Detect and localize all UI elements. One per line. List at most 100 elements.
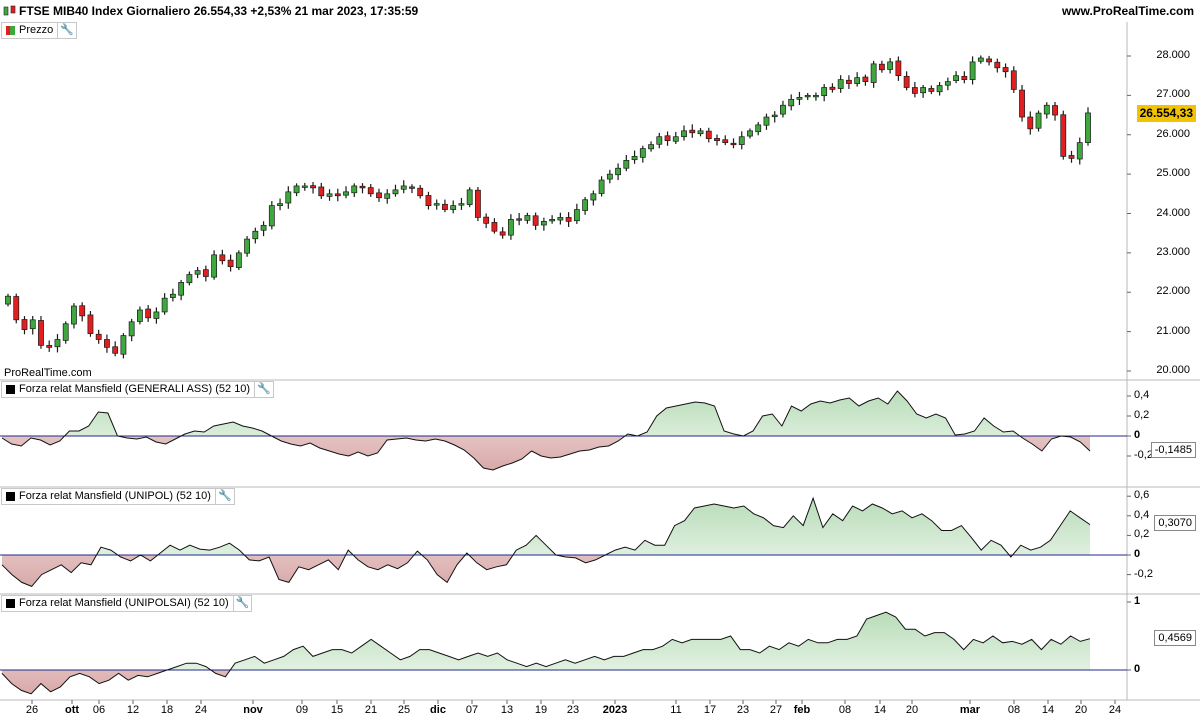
candle — [425, 195, 432, 206]
candle — [433, 203, 440, 206]
candle — [21, 319, 28, 331]
legend-swatch — [6, 492, 15, 501]
candle — [326, 193, 333, 197]
candle — [656, 136, 663, 145]
candle — [318, 186, 325, 197]
candle — [755, 124, 762, 133]
candle — [780, 104, 786, 115]
last-price-tag: 26.554,33 — [1136, 105, 1196, 122]
indicator-generali-series — [0, 390, 1127, 471]
last-value-ind1: -0,1485 — [1150, 442, 1196, 458]
candle — [376, 192, 382, 199]
candle — [738, 136, 745, 145]
ind1-tick-label: 0 — [1134, 429, 1141, 441]
candle — [219, 254, 226, 262]
candle — [499, 231, 506, 236]
candle — [301, 185, 308, 188]
ind2-tick-label: -0,2 — [1134, 567, 1153, 580]
candle — [631, 156, 638, 161]
candle — [870, 63, 877, 83]
candle — [977, 57, 984, 62]
price-tick-label: 23.000 — [1156, 245, 1190, 258]
time-tick-label: 14 — [873, 704, 887, 716]
legend-ind3[interactable]: Forza relat Mansfield (UNIPOLSAI) (52 10… — [1, 595, 253, 612]
last-value-ind2: 0,3070 — [1154, 515, 1196, 531]
candle — [1002, 67, 1009, 73]
candle — [664, 135, 671, 142]
positive-area — [2, 498, 1090, 555]
candle — [450, 205, 457, 210]
candle — [516, 218, 523, 221]
candle — [483, 216, 490, 224]
time-tick-label: 24 — [1108, 704, 1122, 716]
time-tick-label: 19 — [534, 704, 548, 716]
candle — [598, 179, 605, 194]
time-tick-label: dic — [430, 704, 446, 716]
candle — [697, 130, 704, 135]
time-tick-label: 18 — [160, 704, 174, 716]
time-tick-label: 08 — [1007, 704, 1021, 716]
candle — [565, 217, 572, 222]
time-tick-label: 12 — [126, 704, 140, 716]
positive-area — [2, 391, 1090, 436]
candle — [1085, 112, 1091, 143]
candle — [804, 95, 811, 98]
candle — [194, 270, 201, 275]
candle — [1052, 105, 1058, 116]
candle — [268, 205, 275, 227]
wrench-icon[interactable]: 🔧 — [57, 23, 74, 38]
chart-canvas[interactable] — [0, 0, 1200, 720]
candle — [714, 138, 720, 142]
price-tick-label: 28.000 — [1156, 49, 1190, 61]
candle — [1076, 142, 1083, 160]
wrench-icon[interactable]: 🔧 — [214, 489, 232, 504]
indicator-unipolsai-series — [0, 611, 1127, 695]
time-tick-label: nov — [243, 704, 263, 716]
candle — [1019, 89, 1025, 118]
candle — [821, 87, 828, 97]
candle — [689, 129, 696, 134]
legend-price[interactable]: Prezzo 🔧 — [1, 22, 77, 39]
candle — [771, 114, 778, 118]
ind3-tick-label: 0 — [1134, 663, 1141, 675]
legend-price-label: Prezzo — [19, 24, 54, 36]
wrench-icon[interactable]: 🔧 — [232, 596, 249, 611]
candle — [507, 219, 514, 236]
time-tick-label: 08 — [838, 704, 852, 716]
candle — [95, 333, 102, 340]
candle — [953, 75, 959, 81]
time-tick-label: 20 — [905, 704, 919, 716]
positive-area — [2, 612, 1090, 670]
candle — [475, 189, 481, 218]
legend-ind2-label: Forza relat Mansfield (UNIPOL) (52 10) — [19, 490, 211, 502]
candle — [169, 293, 176, 298]
candle — [161, 297, 168, 313]
candle — [928, 88, 935, 92]
candle — [994, 61, 1001, 69]
candle — [639, 148, 646, 158]
time-tick-label: 26 — [25, 704, 39, 716]
candle — [178, 282, 185, 296]
price-tick-label: 24.000 — [1156, 206, 1190, 219]
candle — [13, 296, 20, 321]
candle — [763, 116, 770, 126]
legend-ind2[interactable]: Forza relat Mansfield (UNIPOL) (52 10) 🔧 — [1, 488, 235, 505]
candle — [944, 81, 951, 86]
candle — [903, 75, 910, 88]
wrench-icon[interactable]: 🔧 — [254, 382, 271, 397]
candle — [524, 215, 531, 221]
candle — [862, 76, 869, 82]
time-tick-label: 23 — [566, 704, 580, 716]
legend-ind1[interactable]: Forza relat Mansfield (GENERALI ASS) (52… — [1, 381, 274, 398]
candle — [128, 321, 135, 337]
candle — [351, 185, 358, 194]
candle — [252, 230, 259, 240]
candle — [384, 193, 391, 199]
candle — [788, 98, 795, 107]
candle — [38, 320, 44, 346]
time-tick-label: 14 — [1041, 704, 1055, 716]
candle — [623, 159, 630, 169]
time-tick-label: 07 — [465, 704, 479, 716]
time-tick-label: 2023 — [602, 704, 628, 716]
candle — [532, 215, 539, 226]
